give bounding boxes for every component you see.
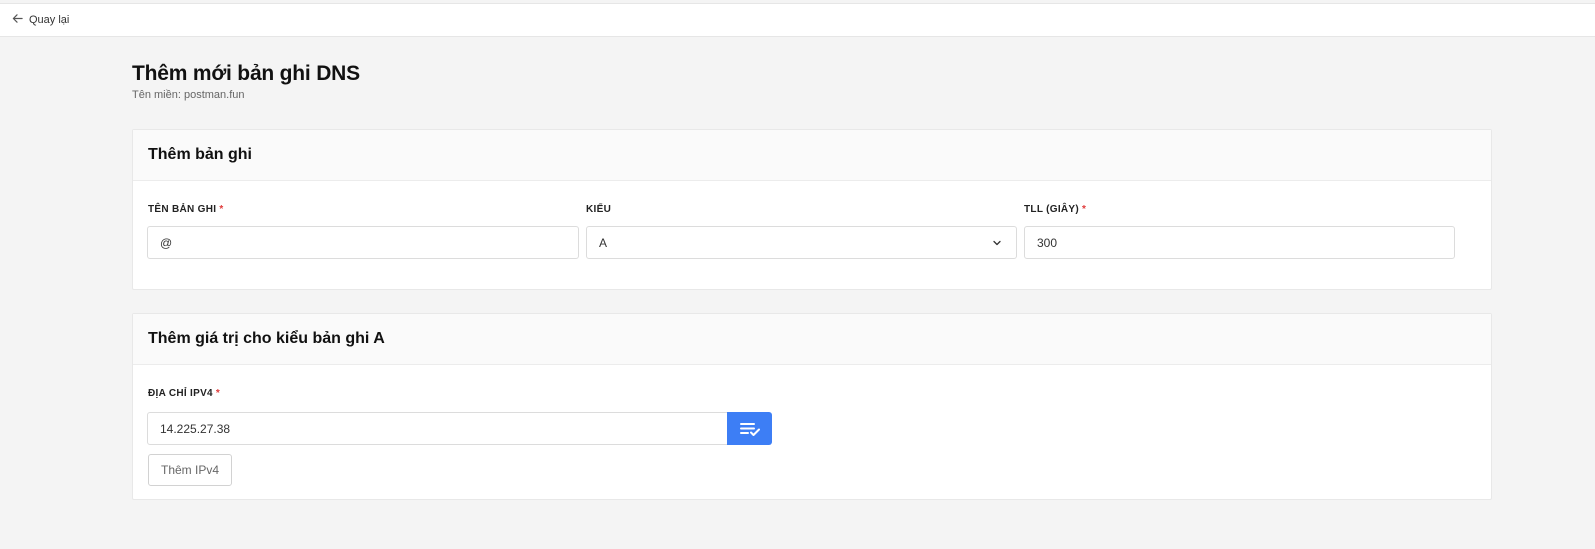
ipv4-label: ĐỊA CHỈ IPV4 * <box>148 388 220 399</box>
record-name-label-text: TÊN BẢN GHI <box>148 204 217 215</box>
record-name-value: @ <box>160 235 173 250</box>
record-type-value: A <box>599 235 608 250</box>
record-card: Thêm bản ghi TÊN BẢN GHI * @ KIỂU A TLL (… <box>132 129 1492 290</box>
ttl-input[interactable]: 300 <box>1024 226 1455 259</box>
ttl-label: TLL (GIÂY) * <box>1024 204 1086 215</box>
ipv4-value: 14.225.27.38 <box>160 421 231 436</box>
value-card: Thêm giá trị cho kiểu bản ghi A ĐỊA CHỈ … <box>132 313 1492 500</box>
confirm-ipv4-button[interactable] <box>727 412 772 445</box>
add-ipv4-button[interactable]: Thêm IPv4 <box>148 454 232 486</box>
value-card-title: Thêm giá trị cho kiểu bản ghi A <box>133 314 1491 365</box>
record-name-input[interactable]: @ <box>147 226 579 259</box>
ttl-label-text: TLL (GIÂY) <box>1024 204 1080 215</box>
ipv4-label-text: ĐỊA CHỈ IPV4 <box>148 388 213 399</box>
ipv4-input[interactable]: 14.225.27.38 <box>147 412 728 445</box>
page-subtitle: Tên miền: postman.fun <box>132 89 245 101</box>
back-label: Quay lại <box>29 14 70 26</box>
record-type-label: KIỂU <box>586 204 611 215</box>
record-type-select[interactable]: A <box>586 226 1017 259</box>
record-card-title: Thêm bản ghi <box>133 130 1491 181</box>
chevron-down-icon <box>993 240 1001 246</box>
arrow-left-icon <box>12 13 23 27</box>
list-check-icon <box>739 422 760 436</box>
page-header: Thêm mới bản ghi DNS Tên miền: postman.f… <box>132 62 360 101</box>
record-name-label: TÊN BẢN GHI * <box>148 204 224 215</box>
required-mark: * <box>1082 204 1087 215</box>
page-title: Thêm mới bản ghi DNS <box>132 62 360 85</box>
required-mark: * <box>215 388 221 399</box>
record-type-label-text: KIỂU <box>586 204 612 215</box>
top-bar: Quay lại <box>0 3 1595 37</box>
required-mark: * <box>219 204 224 215</box>
back-link[interactable]: Quay lại <box>12 13 69 27</box>
ttl-value: 300 <box>1037 235 1058 250</box>
